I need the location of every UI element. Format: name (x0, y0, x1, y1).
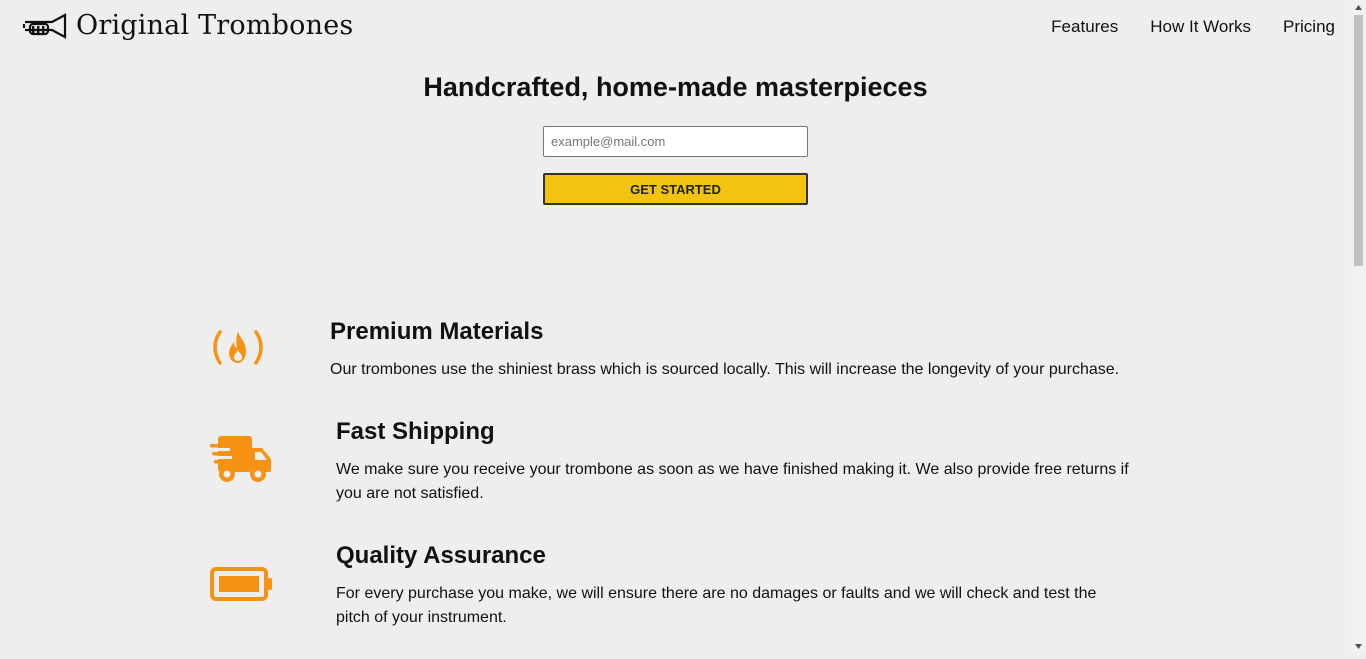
hero-title: Handcrafted, home-made masterpieces (423, 72, 928, 102)
feature-description: Our trombones use the shiniest brass whi… (330, 361, 1120, 378)
scrollbar-thumb[interactable] (1354, 15, 1363, 266)
feature-description: For every purchase you make, we will ens… (336, 585, 1097, 626)
logo-text: Original Trombones (76, 10, 354, 41)
trombone-logo-icon (22, 12, 67, 39)
feature-quality-assurance: Quality Assurance For every purchase you… (336, 542, 1126, 630)
nav-link-features[interactable]: Features (1051, 17, 1118, 37)
fire-icon (208, 326, 268, 368)
vertical-scrollbar[interactable] (1351, 0, 1366, 654)
feature-fast-shipping: Fast Shipping We make sure you receive y… (336, 418, 1136, 506)
logo[interactable]: Original Trombones (22, 10, 353, 41)
feature-title: Quality Assurance (336, 542, 546, 569)
scroll-up-arrow-icon[interactable] (1351, 0, 1366, 15)
email-input[interactable] (543, 126, 808, 157)
feature-title: Premium Materials (330, 318, 544, 345)
get-started-button[interactable]: GET STARTED (543, 173, 808, 205)
feature-description: We make sure you receive your trombone a… (336, 461, 1129, 502)
nav-link-how-it-works[interactable]: How It Works (1150, 17, 1251, 37)
feature-premium-materials: Premium Materials Our trombones use the … (330, 318, 1150, 382)
feature-title: Fast Shipping (336, 418, 495, 445)
truck-icon (210, 434, 274, 486)
nav-link-pricing[interactable]: Pricing (1283, 17, 1335, 37)
battery-icon (210, 567, 274, 601)
scroll-down-arrow-icon[interactable] (1351, 639, 1366, 654)
page: Original Trombones Features How It Works… (0, 0, 1351, 654)
nav-bar: Features How It Works Pricing (1019, 17, 1335, 37)
